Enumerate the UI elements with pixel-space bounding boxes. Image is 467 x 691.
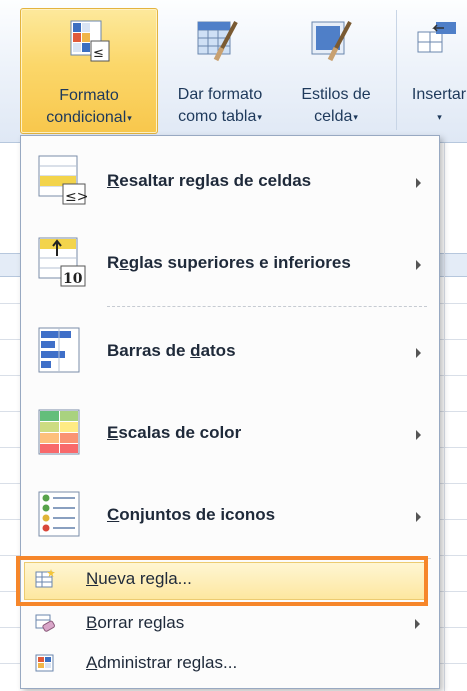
access-key: B <box>86 613 98 632</box>
formato-line2: condicional <box>46 109 127 127</box>
label-rest: dministrar reglas... <box>97 653 238 672</box>
label-rest: scalas de color <box>118 423 242 442</box>
menu-item-label: Resaltar reglas de celdas <box>107 171 311 191</box>
formato-line1: Formato <box>59 87 119 104</box>
menu-item-label: Administrar reglas... <box>86 653 237 673</box>
manage-rules-icon <box>35 654 54 672</box>
top-bottom-rules-icon: 10 <box>38 237 86 287</box>
label-rest: orrar reglas <box>97 613 185 632</box>
ribbon: ≤ Formato condicional▾ Dar formato como … <box>0 0 467 143</box>
formato-condicional-button[interactable]: ≤ Formato condicional▾ <box>20 8 158 134</box>
submenu-arrow-icon <box>416 430 421 440</box>
format-as-table-icon <box>197 21 238 62</box>
dar-formato-line1: Dar formato <box>177 86 263 103</box>
submenu-arrow-icon <box>416 348 421 358</box>
chevron-down-icon: ▾ <box>257 112 262 122</box>
submenu-arrow-icon <box>416 178 421 188</box>
submenu-arrow-icon <box>416 512 421 522</box>
menu-item-reglas-superiores[interactable]: 10 Reglas superiores e inferiores <box>21 236 439 294</box>
clear-rules-icon <box>35 614 55 632</box>
chevron-down-icon: ▾ <box>127 113 132 123</box>
access-key: E <box>107 423 119 442</box>
chevron-down-icon: ▾ <box>353 112 358 122</box>
estilos-line1: Estilos de <box>301 86 371 103</box>
insertar-button[interactable]: Insertar ▾ <box>404 8 467 132</box>
access-key: A <box>86 653 98 672</box>
dar-formato-line2: como tabla <box>178 108 257 126</box>
insert-cells-icon <box>417 22 456 53</box>
submenu-arrow-icon <box>416 260 421 270</box>
conditional-format-icon: ≤ <box>70 20 110 62</box>
highlight-cells-icon: ≤> <box>38 155 88 205</box>
menu-item-administrar-reglas[interactable]: Administrar reglas... <box>20 650 438 678</box>
icon-sets-icon <box>38 491 80 537</box>
access-key: d <box>190 341 201 360</box>
label-rest: atos <box>200 341 236 360</box>
label-rest: onjuntos de iconos <box>119 505 276 524</box>
svg-text:≤: ≤ <box>93 46 104 61</box>
label-rest: glas superiores e inferiores <box>128 253 351 272</box>
dar-formato-como-tabla-button[interactable]: Dar formato como tabla▾ <box>160 8 280 132</box>
insertar-label: Insertar <box>411 86 467 103</box>
data-bars-icon <box>38 327 80 373</box>
svg-text:≤>: ≤> <box>65 189 88 205</box>
access-key: R <box>107 171 120 190</box>
menu-item-label: Conjuntos de iconos <box>107 505 275 525</box>
menu-item-label: Reglas superiores e inferiores <box>107 253 351 273</box>
label-pre: Barras de <box>107 341 191 360</box>
menu-item-label: Barras de datos <box>107 341 236 361</box>
estilos-de-celda-button[interactable]: Estilos de celda▾ <box>286 8 386 132</box>
cell-styles-icon <box>311 21 352 62</box>
menu-divider <box>107 306 427 307</box>
access-key: C <box>107 505 120 524</box>
highlight-annotation-box <box>16 556 428 606</box>
menu-item-borrar-reglas[interactable]: Borrar reglas <box>20 610 438 638</box>
menu-item-label: Borrar reglas <box>86 613 184 633</box>
access-key: e <box>119 253 129 272</box>
grid-column-line <box>444 143 445 691</box>
menu-item-barras-de-datos[interactable]: Barras de datos <box>21 324 439 382</box>
menu-item-conjuntos-de-iconos[interactable]: Conjuntos de iconos <box>21 488 439 546</box>
label-rest: esaltar reglas de celdas <box>119 171 312 190</box>
menu-item-resaltar-reglas[interactable]: ≤> Resaltar reglas de celdas <box>21 154 439 212</box>
color-scales-icon <box>38 409 80 455</box>
chevron-down-icon: ▾ <box>437 112 442 122</box>
label-pre: R <box>107 253 120 272</box>
menu-item-label: Escalas de color <box>107 423 241 443</box>
submenu-arrow-icon <box>415 619 420 629</box>
menu-item-escalas-de-color[interactable]: Escalas de color <box>21 406 439 464</box>
svg-text:10: 10 <box>63 271 83 287</box>
estilos-line2: celda <box>314 108 353 126</box>
ribbon-separator <box>396 10 397 130</box>
